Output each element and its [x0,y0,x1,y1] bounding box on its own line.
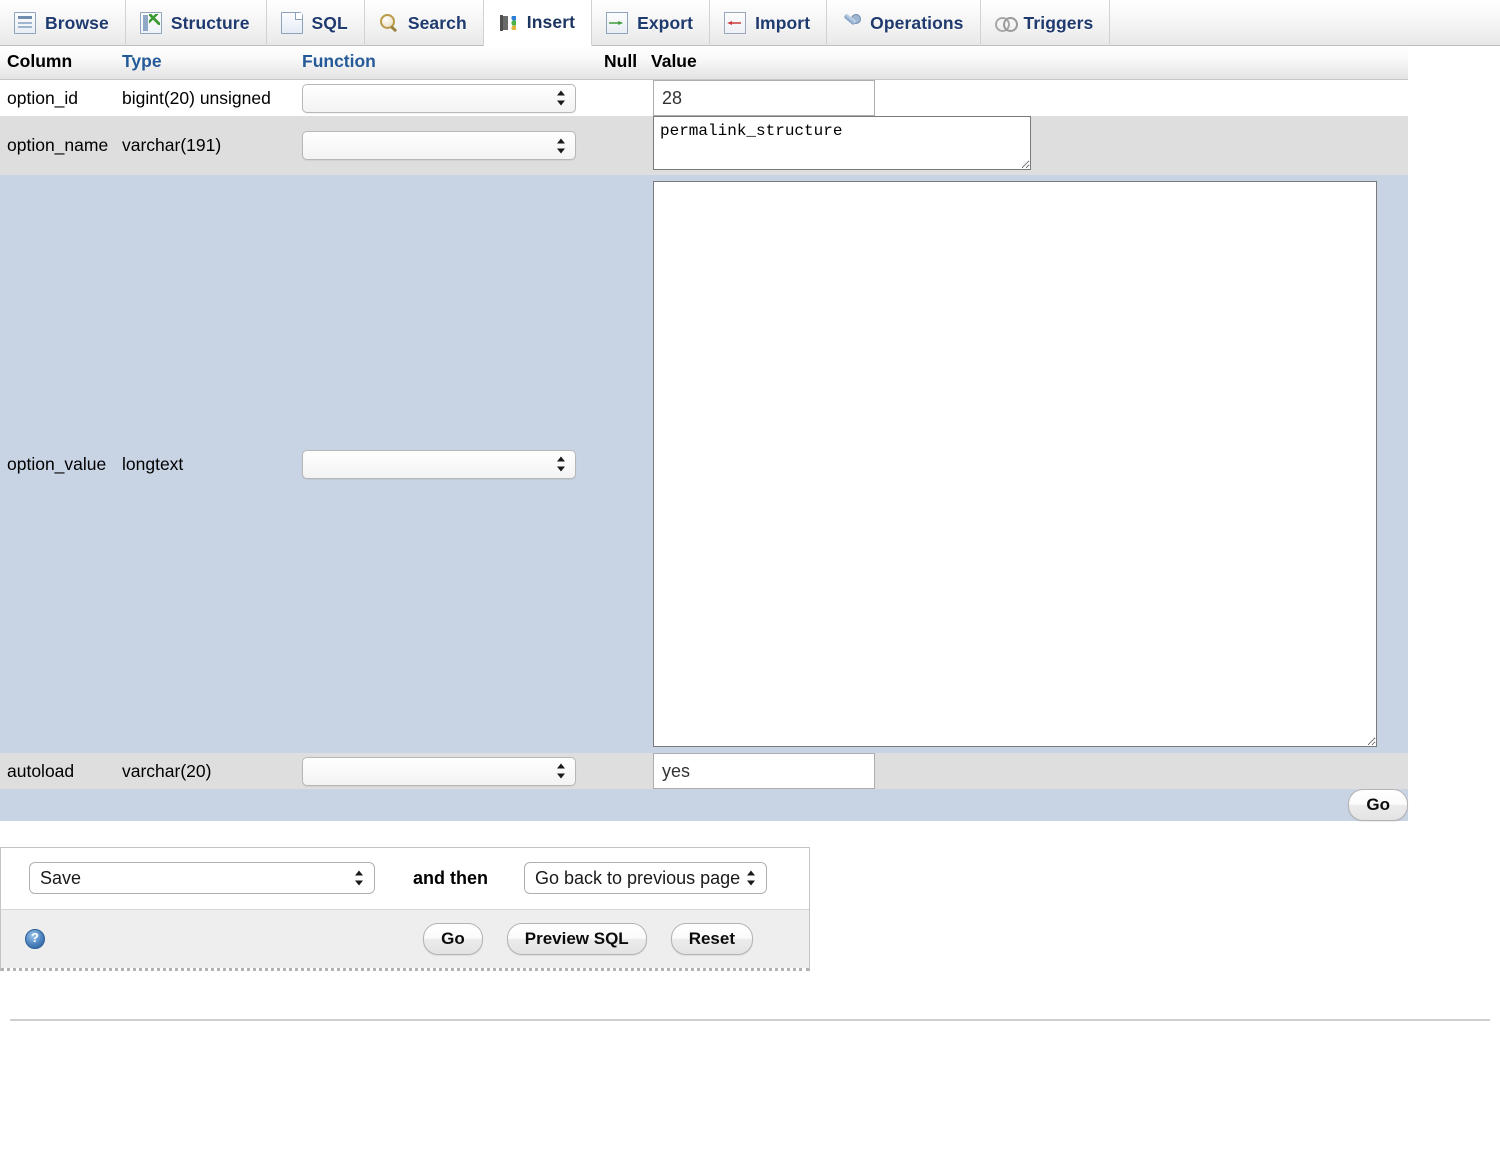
insert-icon [498,13,518,33]
footer-divider [10,1019,1490,1021]
chevron-updown-icon [747,870,756,887]
action-button-group: Go Preview SQL Reset [423,923,809,955]
row-value-cell [651,753,1408,789]
function-select-autoload[interactable] [302,757,576,786]
row-column-name: option_id [0,80,122,117]
and-then-label: and then [413,868,488,889]
tab-sql-label: SQL [312,13,348,34]
chevron-updown-icon [557,456,566,473]
row-function-cell [302,80,604,117]
function-select-option-name[interactable] [302,131,576,160]
insert-form-table: Column Type Function Null Value option_i… [0,46,1408,821]
tab-operations[interactable]: Operations [827,0,980,46]
import-icon [724,12,746,34]
insert-action-panel: Save and then Go back to previous page G… [0,847,810,971]
tab-triggers[interactable]: Triggers [981,0,1111,46]
help-icon[interactable] [25,929,45,949]
tab-sql[interactable]: SQL [267,0,365,46]
table-row: option_id bigint(20) unsigned [0,80,1408,117]
tab-insert-label: Insert [527,12,575,33]
chevron-updown-icon [557,137,566,154]
value-textarea-option-name[interactable]: permalink_structure [653,116,1031,170]
header-value: Value [651,46,1408,80]
row-column-type: bigint(20) unsigned [122,80,302,117]
header-column: Column [0,46,122,80]
search-icon [379,13,399,33]
triggers-icon [995,13,1015,33]
table-go-cell: Go [0,789,1408,821]
row-column-name: option_name [0,116,122,175]
tab-insert[interactable]: Insert [484,0,592,46]
row-null-cell [604,175,651,753]
row-null-cell [604,753,651,789]
operations-icon [841,13,861,33]
header-type[interactable]: Type [122,46,302,80]
chevron-updown-icon [557,763,566,780]
chevron-updown-icon [557,90,566,107]
table-footer-row: Go [0,789,1408,821]
row-column-type: longtext [122,175,302,753]
table-header-row: Column Type Function Null Value [0,46,1408,80]
tab-structure[interactable]: Structure [126,0,267,46]
go-button-table[interactable]: Go [1348,789,1408,821]
main-tab-bar: Browse Structure SQL Search Insert Expor… [0,0,1500,46]
function-select-option-value[interactable] [302,450,576,479]
row-function-cell [302,116,604,175]
row-function-cell [302,753,604,789]
chevron-updown-icon [355,870,364,887]
tab-export-label: Export [637,13,693,34]
value-textarea-option-value[interactable] [653,181,1377,747]
row-column-name: option_value [0,175,122,753]
export-icon [606,12,628,34]
sql-icon [281,12,303,34]
action-buttons-row: Go Preview SQL Reset [1,909,809,968]
row-null-cell [604,116,651,175]
row-column-type: varchar(20) [122,753,302,789]
value-input-option-id[interactable] [653,80,875,116]
action-selects-row: Save and then Go back to previous page [1,848,809,909]
value-input-autoload[interactable] [653,753,875,789]
save-mode-select[interactable]: Save [29,862,375,894]
reset-button[interactable]: Reset [671,923,753,955]
tab-browse-label: Browse [45,13,109,34]
row-column-name: autoload [0,753,122,789]
after-insert-value: Go back to previous page [535,868,740,889]
tab-import[interactable]: Import [710,0,827,46]
tab-triggers-label: Triggers [1024,13,1094,34]
phpmyadmin-insert-page: Browse Structure SQL Search Insert Expor… [0,0,1500,1154]
save-mode-value: Save [40,868,81,889]
browse-icon [14,12,36,34]
tab-browse[interactable]: Browse [0,0,126,46]
go-button-panel[interactable]: Go [423,923,483,955]
preview-sql-button[interactable]: Preview SQL [507,923,647,955]
tab-operations-label: Operations [870,13,963,34]
table-row: autoload varchar(20) [0,753,1408,789]
function-select-option-id[interactable] [302,84,576,113]
structure-icon [140,12,162,34]
header-null: Null [604,46,651,80]
table-row: option_value longtext [0,175,1408,753]
row-column-type: varchar(191) [122,116,302,175]
row-value-cell [651,175,1408,753]
after-insert-select[interactable]: Go back to previous page [524,862,767,894]
tab-search-label: Search [408,13,467,34]
row-function-cell [302,175,604,753]
row-value-cell: permalink_structure [651,116,1408,175]
tab-export[interactable]: Export [592,0,710,46]
header-function[interactable]: Function [302,46,604,80]
tab-import-label: Import [755,13,810,34]
row-value-cell [651,80,1408,117]
table-row: option_name varchar(191) permalink_struc… [0,116,1408,175]
tab-structure-label: Structure [171,13,250,34]
tab-search[interactable]: Search [365,0,484,46]
row-null-cell [604,80,651,117]
